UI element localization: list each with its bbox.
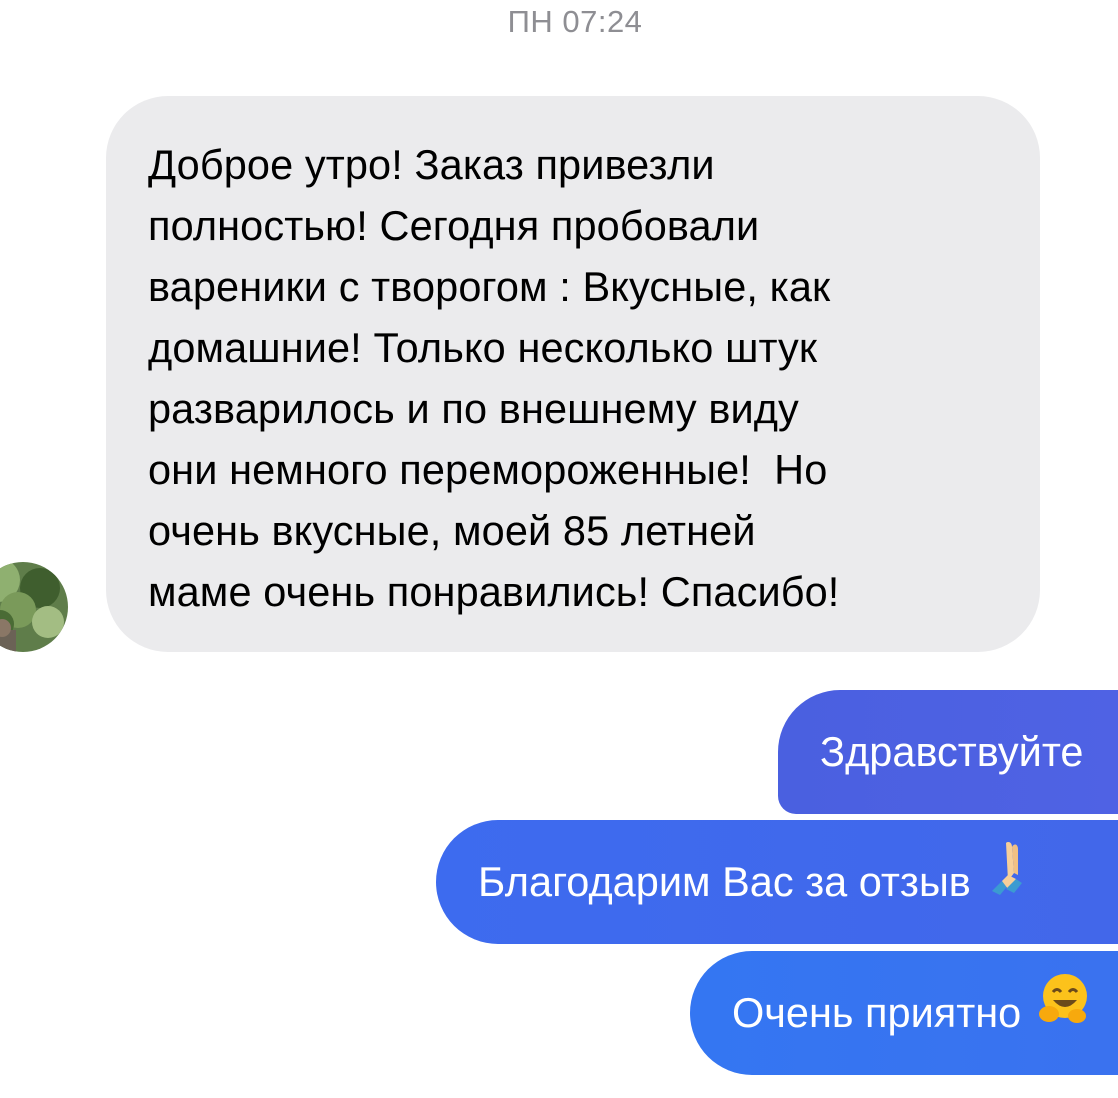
message-line: разварилось и по внешнему виду bbox=[148, 385, 799, 432]
message-line: маме очень понравились! Спасибо! bbox=[148, 568, 840, 615]
sender-avatar[interactable] bbox=[0, 562, 68, 652]
outgoing-message-thanks[interactable]: Благодарим Вас за отзыв bbox=[436, 820, 1118, 944]
outgoing-message-text: Очень приятно bbox=[732, 989, 1022, 1036]
outgoing-message-greeting[interactable]: Здравствуйте bbox=[778, 690, 1118, 814]
message-line: они немного перемороженные! Но bbox=[148, 446, 828, 493]
folded-hands-icon bbox=[988, 820, 1034, 943]
message-line: домашние! Только несколько штук bbox=[148, 324, 818, 371]
message-line: Доброе утро! Заказ привезли bbox=[148, 141, 715, 188]
message-line: очень вкусные, моей 85 летней bbox=[148, 507, 756, 554]
incoming-message-bubble[interactable]: Доброе утро! Заказ привезли полностью! С… bbox=[106, 96, 1040, 652]
message-timestamp: ПН 07:24 bbox=[507, 4, 643, 39]
message-line: вареники с творогом : Вкусные, как bbox=[148, 263, 831, 310]
outgoing-message-text: Благодарим Вас за отзыв bbox=[478, 858, 971, 905]
message-line: полностью! Сегодня пробовали bbox=[148, 202, 760, 249]
outgoing-message-pleasure[interactable]: Очень приятно bbox=[690, 951, 1118, 1075]
hugging-face-icon bbox=[1038, 951, 1087, 1074]
outgoing-message-text: Здравствуйте bbox=[820, 728, 1084, 775]
